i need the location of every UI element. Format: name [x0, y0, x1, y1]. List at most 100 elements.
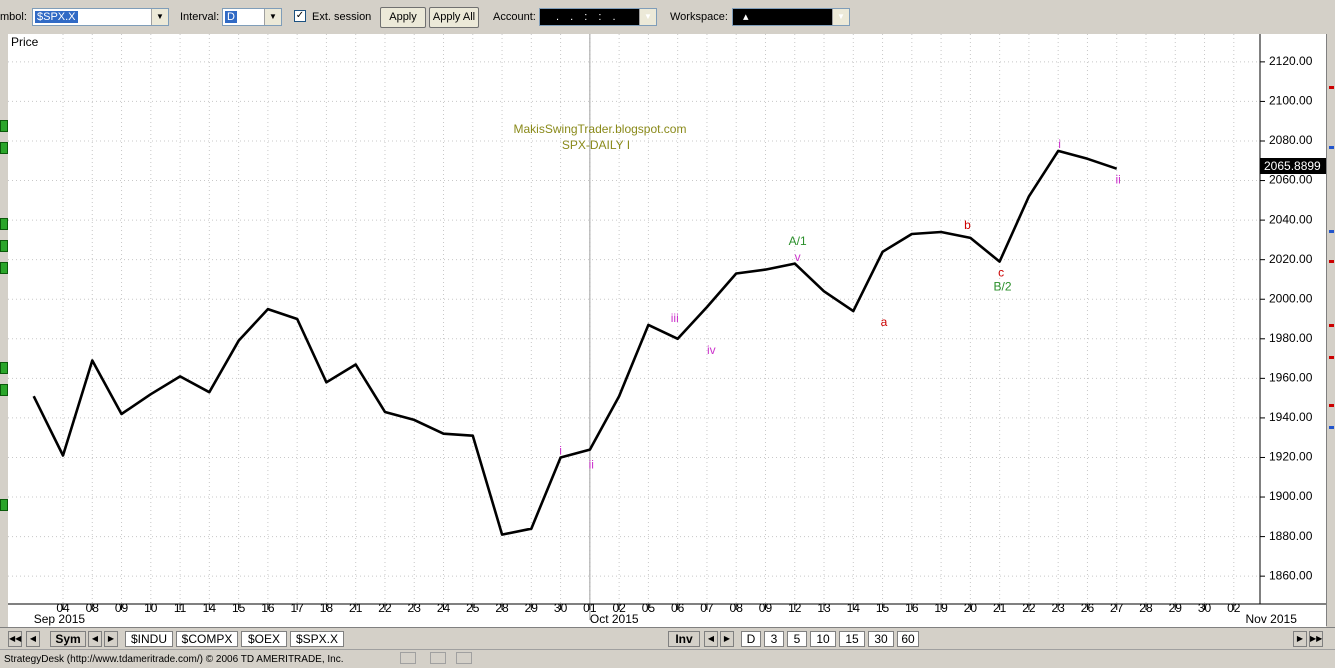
wave-label: a: [881, 315, 888, 329]
symbol-combo[interactable]: $SPX.X ▼: [32, 8, 169, 26]
y-tick-label: 1940.00: [1269, 410, 1313, 424]
wave-label: ii: [589, 458, 594, 472]
sym-button[interactable]: Sym: [50, 631, 86, 647]
tool-icon[interactable]: [1329, 356, 1334, 359]
tool-icon[interactable]: [1329, 404, 1334, 407]
wave-label: A/1: [789, 234, 807, 248]
tool-icon[interactable]: [1329, 230, 1334, 233]
y-tick-label: 2060.00: [1269, 173, 1313, 187]
x-tick-label: 29: [1169, 601, 1183, 615]
status-bar: StrategyDesk (http://www.tdameritrade.co…: [0, 649, 1335, 668]
symbol-tab-bar: ◀◀ ◀ Sym ◀ ▶ $INDU $COMPX $OEX $SPX.X In…: [0, 627, 1335, 650]
x-tick-label: 23: [1052, 601, 1066, 615]
x-tick-label: 12: [788, 601, 802, 615]
interval-value: D: [225, 11, 237, 23]
tool-icon[interactable]: [1329, 426, 1334, 429]
account-combo[interactable]: . . : : . ▼: [539, 8, 657, 26]
x-tick-label: 07: [700, 601, 714, 615]
tool-icon[interactable]: [1329, 146, 1334, 149]
tab-indu[interactable]: $INDU: [125, 631, 173, 647]
chevron-down-icon[interactable]: ▼: [264, 9, 281, 25]
first-page-icon[interactable]: ◀◀: [8, 631, 22, 647]
wave-label: b: [964, 218, 971, 232]
y-tick-label: 2120.00: [1269, 54, 1313, 68]
tool-icon[interactable]: [0, 240, 8, 252]
apply-all-button[interactable]: Apply All: [429, 7, 479, 28]
status-cell: [430, 652, 446, 664]
y-tick-label: 2020.00: [1269, 252, 1313, 266]
tab-interval-60[interactable]: 60: [897, 631, 919, 647]
tab-interval-10[interactable]: 10: [810, 631, 836, 647]
tab-compx[interactable]: $COMPX: [176, 631, 238, 647]
workspace-combo[interactable]: ▴ ▼: [732, 8, 850, 26]
tab-interval-5[interactable]: 5: [787, 631, 807, 647]
wave-label: c: [998, 266, 1004, 280]
apply-button[interactable]: Apply: [380, 7, 426, 28]
chart-title: MakisSwingTrader.blogspot.com: [514, 122, 687, 136]
tool-icon[interactable]: [0, 120, 8, 132]
tool-icon[interactable]: [1329, 324, 1334, 327]
x-tick-label: 02: [1227, 601, 1241, 615]
wave-label: v: [795, 250, 801, 264]
chevron-down-icon[interactable]: ▼: [151, 9, 168, 25]
last-page-icon[interactable]: ▶▶: [1309, 631, 1323, 647]
tab-interval-15[interactable]: 15: [839, 631, 865, 647]
x-tick-label: 09: [759, 601, 773, 615]
x-tick-label: 14: [847, 601, 861, 615]
tool-icon[interactable]: [0, 218, 8, 230]
scroll-left-icon[interactable]: ◀: [704, 631, 718, 647]
wave-label: iv: [707, 343, 716, 357]
y-tick-label: 2040.00: [1269, 212, 1313, 226]
tab-oex[interactable]: $OEX: [241, 631, 287, 647]
y-tick-label: 1900.00: [1269, 489, 1313, 503]
x-tick-label: 16: [905, 601, 919, 615]
current-price-label: 2065.8899: [1264, 159, 1321, 173]
ext-session-label: Ext. session: [312, 11, 372, 23]
x-tick-label: 27: [1110, 601, 1124, 615]
interval-combo[interactable]: D ▼: [222, 8, 282, 26]
wave-label: ii: [1116, 173, 1121, 187]
tab-interval-d[interactable]: D: [741, 631, 761, 647]
x-tick-label: 23: [408, 601, 422, 615]
y-tick-label: 1960.00: [1269, 371, 1313, 385]
month-label: Oct 2015: [590, 612, 639, 626]
prev-page-icon[interactable]: ◀: [26, 631, 40, 647]
chevron-down-icon[interactable]: ▼: [639, 9, 656, 25]
scroll-right-icon[interactable]: ▶: [720, 631, 734, 647]
tool-icon[interactable]: [0, 499, 8, 511]
tool-icon[interactable]: [0, 142, 8, 154]
status-text: StrategyDesk (http://www.tdameritrade.co…: [4, 654, 344, 665]
ext-session-checkbox[interactable]: ✓: [294, 10, 306, 22]
x-tick-label: 22: [378, 601, 392, 615]
next-page-icon[interactable]: ▶: [1293, 631, 1307, 647]
tool-icon[interactable]: [1329, 260, 1334, 263]
price-chart[interactable]: 1860.00 1880.00 1900.00 1920.00 1940.00 1960.…: [8, 34, 1326, 627]
month-label: Sep 2015: [34, 612, 86, 626]
tab-interval-30[interactable]: 30: [868, 631, 894, 647]
workspace-label: Workspace:: [670, 11, 728, 23]
x-tick-label: 15: [876, 601, 890, 615]
x-tick-label: 19: [934, 601, 948, 615]
wave-label: iii: [671, 311, 679, 325]
x-tick-label: 30: [1198, 601, 1212, 615]
wave-label: B/2: [994, 280, 1012, 294]
toolbar: mbol: $SPX.X ▼ Interval: D ▼ ✓ Ext. sess…: [0, 0, 1335, 35]
tool-icon[interactable]: [0, 362, 8, 374]
x-tick-label: 08: [86, 601, 100, 615]
x-tick-label: 18: [320, 601, 334, 615]
tool-icon[interactable]: [1329, 86, 1334, 89]
tab-interval-3[interactable]: 3: [764, 631, 784, 647]
inv-button[interactable]: Inv: [668, 631, 700, 647]
chevron-down-icon[interactable]: ▼: [832, 9, 849, 25]
interval-label: Interval:: [180, 11, 220, 23]
tool-icon[interactable]: [0, 262, 8, 274]
scroll-left-icon[interactable]: ◀: [88, 631, 102, 647]
symbol-value: $SPX.X: [35, 11, 78, 23]
x-tick-label: 24: [437, 601, 451, 615]
scroll-right-icon[interactable]: ▶: [104, 631, 118, 647]
y-tick-label: 2000.00: [1269, 291, 1313, 305]
tool-icon[interactable]: [0, 384, 8, 396]
x-tick-label: 20: [964, 601, 978, 615]
tab-spx[interactable]: $SPX.X: [290, 631, 344, 647]
x-tick-label: 30: [554, 601, 568, 615]
